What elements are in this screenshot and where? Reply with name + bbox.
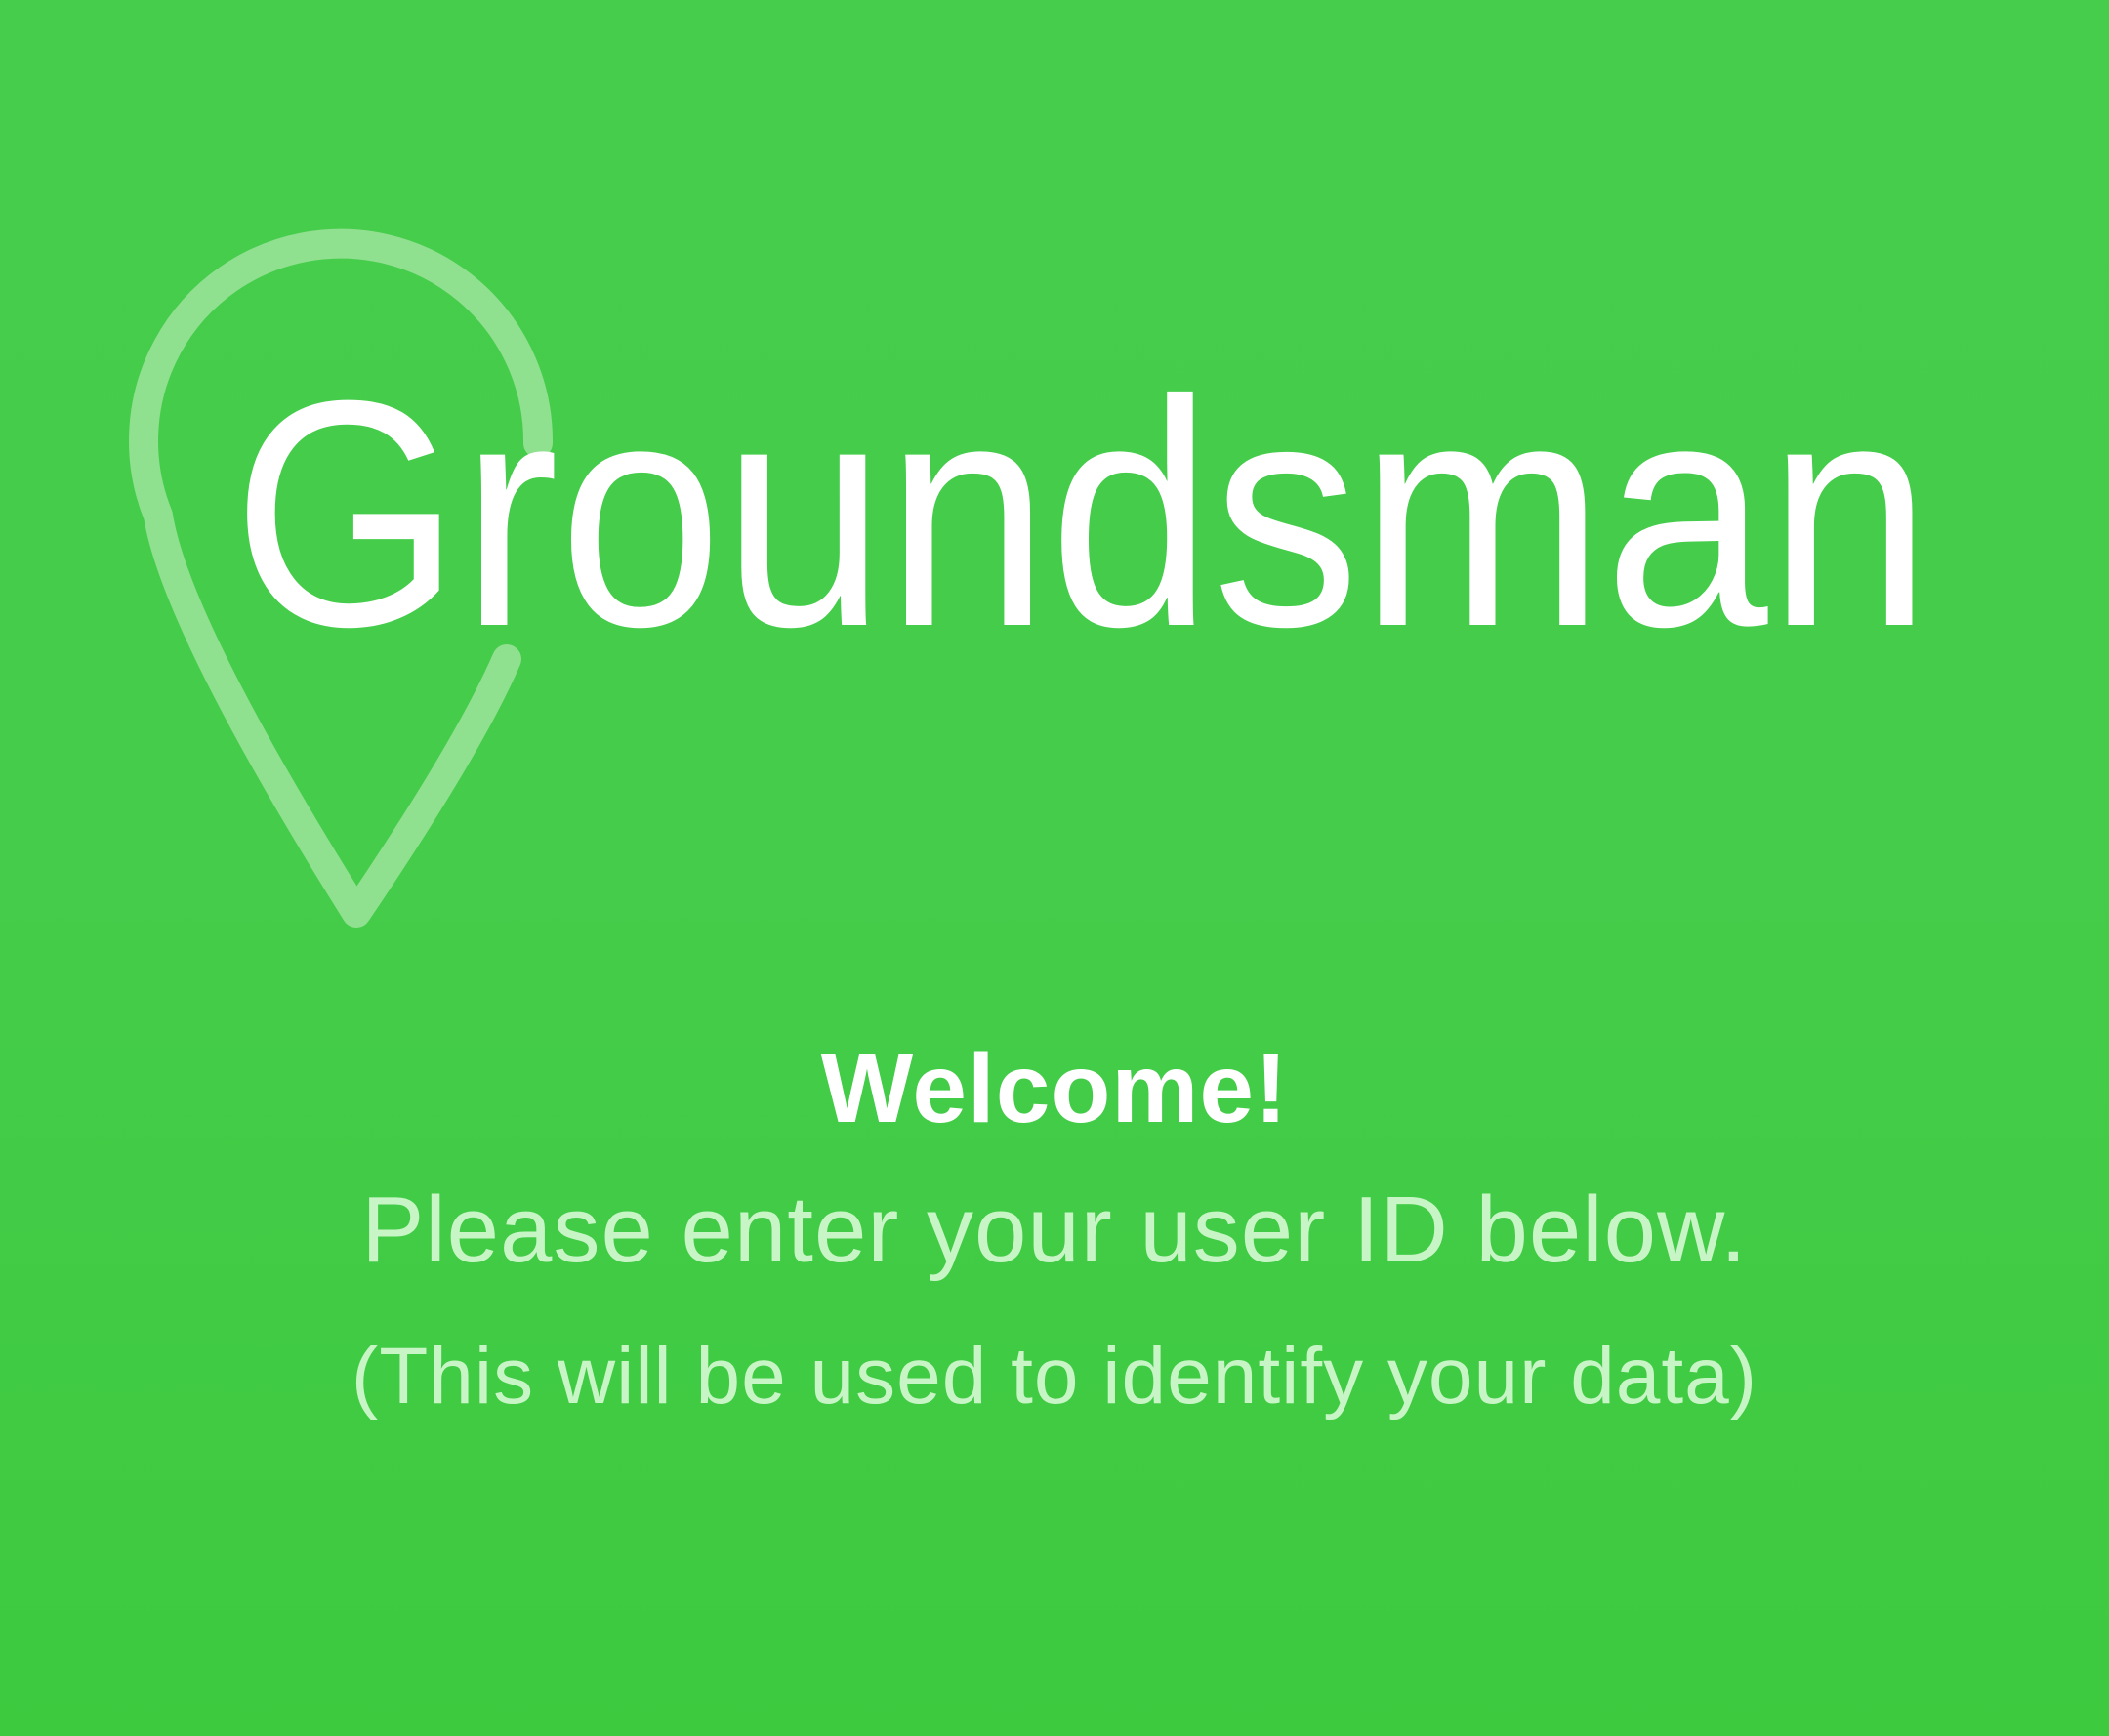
- welcome-screen: Groundsman Welcome! Please enter your us…: [0, 0, 2109, 1736]
- note-text: (This will be used to identify your data…: [351, 1332, 1758, 1421]
- brand-name: Groundsman: [232, 333, 1931, 693]
- welcome-message: Welcome! Please enter your user ID below…: [0, 1015, 2109, 1455]
- instruction-text: Please enter your user ID below.: [361, 1178, 1748, 1282]
- groundsman-logo: Groundsman: [0, 0, 2109, 957]
- welcome-title: Welcome!: [820, 1034, 1289, 1143]
